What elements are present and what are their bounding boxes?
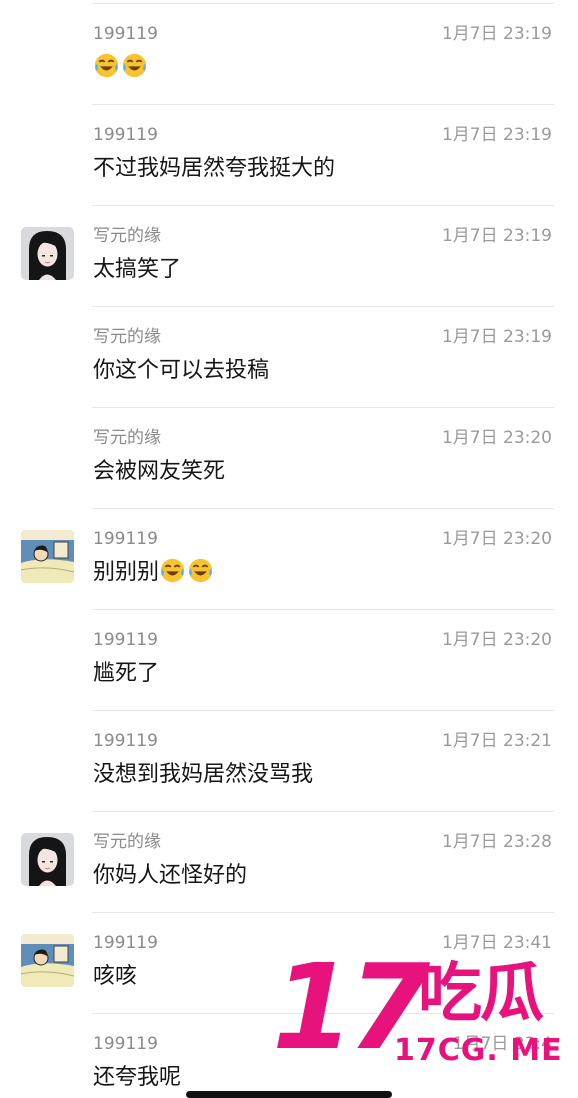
divider — [92, 609, 554, 610]
divider — [92, 104, 554, 105]
message-item[interactable]: 199119 1月7日 23:21 没想到我妈居然没骂我 — [0, 710, 578, 811]
sender-name: 写元的缘 — [93, 226, 161, 246]
home-indicator[interactable] — [186, 1091, 392, 1098]
divider — [92, 710, 554, 711]
divider — [92, 306, 554, 307]
sender-name: 写元的缘 — [93, 832, 161, 852]
message-text: 尴死了 — [93, 661, 160, 686]
message-text: 太搞笑了 — [93, 257, 182, 282]
message-text: 别别别 — [93, 557, 215, 589]
divider — [92, 407, 554, 408]
message-text: 你妈人还怪好的 — [93, 863, 248, 888]
sender-name: 199119 — [93, 125, 158, 145]
message-text: 还夸我呢 — [93, 1065, 182, 1090]
message-item[interactable]: 写元的缘 1月7日 23:19 太搞笑了 — [0, 205, 578, 306]
divider — [92, 508, 554, 509]
message-time: 1月7日 23:20 — [441, 630, 552, 650]
sender-name: 199119 — [93, 933, 158, 953]
sender-name: 199119 — [93, 24, 158, 44]
message-time: 1月7日 23:21 — [441, 731, 552, 751]
message-time: 1月7日 23:20 — [441, 529, 552, 549]
message-time: 1月7日 23:19 — [441, 327, 552, 347]
sender-name: 写元的缘 — [93, 428, 161, 448]
message-text — [93, 52, 149, 84]
message-item[interactable]: 写元的缘 1月7日 23:19 你这个可以去投稿 — [0, 306, 578, 407]
tears-of-joy-emoji-icon — [159, 557, 186, 584]
avatar[interactable] — [21, 934, 74, 987]
sender-name: 写元的缘 — [93, 327, 161, 347]
divider — [92, 3, 554, 4]
watermark: 17 吃瓜 17CG. ME — [268, 938, 568, 1080]
message-time: 1月7日 23:41 — [441, 933, 552, 953]
message-time: 1月7日 23:20 — [441, 428, 552, 448]
message-item[interactable]: 199119 1月7日 23:20 尴死了 — [0, 609, 578, 710]
chat-message-list[interactable]: 199119 1月7日 23:19 199119 1月7日 23:19 不过我妈… — [0, 0, 578, 1098]
watermark-domain: 17CG. ME — [394, 1033, 563, 1068]
message-time: 1月7日 23:19 — [441, 125, 552, 145]
message-time: 1月7日 23:19 — [441, 24, 552, 44]
cartoon-avatar-icon — [21, 934, 74, 987]
tears-of-joy-emoji-icon — [93, 52, 120, 79]
message-text: 没想到我妈居然没骂我 — [93, 762, 314, 787]
sender-name: 199119 — [93, 630, 158, 650]
divider — [92, 912, 554, 913]
message-text: 不过我妈居然夸我挺大的 — [93, 156, 336, 181]
divider — [92, 811, 554, 812]
girl-avatar-icon — [21, 833, 74, 886]
message-time: 1月7日 23:28 — [441, 832, 552, 852]
message-item[interactable]: 199119 1月7日 23:19 — [0, 3, 578, 104]
message-text: 你这个可以去投稿 — [93, 358, 270, 383]
message-item[interactable]: 写元的缘 1月7日 23:28 你妈人还怪好的 — [0, 811, 578, 912]
sender-name: 199119 — [93, 529, 158, 549]
girl-avatar-icon — [21, 227, 74, 280]
tears-of-joy-emoji-icon — [121, 52, 148, 79]
message-item[interactable]: 199119 1月7日 23:20 别别别 — [0, 508, 578, 609]
message-time: 1月7日 23:19 — [441, 226, 552, 246]
message-text: 会被网友笑死 — [93, 459, 226, 484]
watermark-brand: 吃瓜 — [418, 957, 544, 1031]
sender-name: 199119 — [93, 731, 158, 751]
message-text: 咳咳 — [93, 964, 138, 989]
message-text-content: 别别别 — [93, 560, 160, 585]
divider — [92, 205, 554, 206]
tears-of-joy-emoji-icon — [187, 557, 214, 584]
message-item[interactable]: 写元的缘 1月7日 23:20 会被网友笑死 — [0, 407, 578, 508]
cartoon-avatar-icon — [21, 530, 74, 583]
message-item[interactable]: 199119 1月7日 23:19 不过我妈居然夸我挺大的 — [0, 104, 578, 205]
avatar[interactable] — [21, 227, 74, 280]
sender-name: 199119 — [93, 1034, 158, 1054]
avatar[interactable] — [21, 833, 74, 886]
avatar[interactable] — [21, 530, 74, 583]
